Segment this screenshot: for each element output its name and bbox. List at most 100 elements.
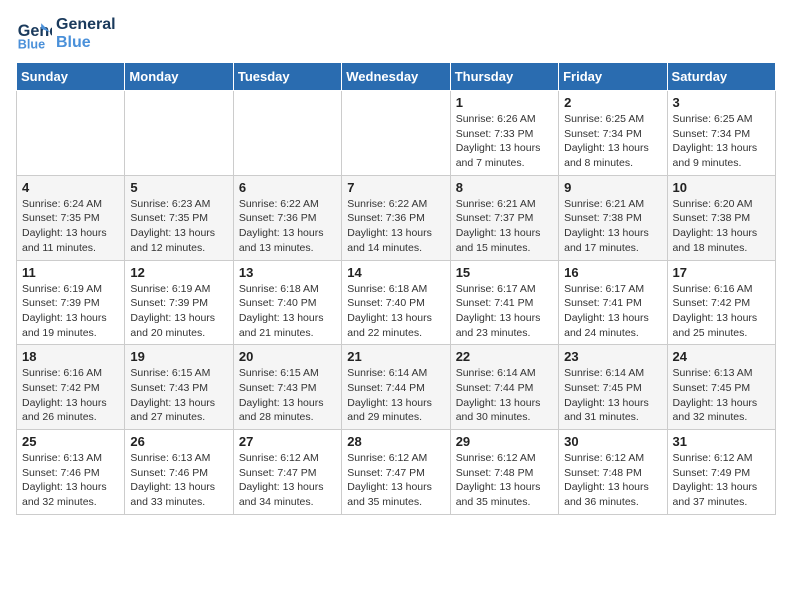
day-number: 27 (239, 434, 336, 449)
day-info: Sunrise: 6:23 AM Sunset: 7:35 PM Dayligh… (130, 197, 227, 256)
calendar-table: SundayMondayTuesdayWednesdayThursdayFrid… (16, 62, 776, 515)
day-of-week-header: Sunday (17, 63, 125, 91)
day-number: 17 (673, 265, 770, 280)
day-number: 5 (130, 180, 227, 195)
day-number: 21 (347, 349, 444, 364)
day-number: 29 (456, 434, 553, 449)
calendar-cell (17, 91, 125, 176)
calendar-cell: 30Sunrise: 6:12 AM Sunset: 7:48 PM Dayli… (559, 430, 667, 515)
day-info: Sunrise: 6:12 AM Sunset: 7:47 PM Dayligh… (239, 451, 336, 510)
calendar-cell (125, 91, 233, 176)
calendar-cell: 5 Sunrise: 6:23 AM Sunset: 7:35 PM Daylig… (125, 175, 233, 260)
calendar-cell: 11 Sunrise: 6:19 AM Sunset: 7:39 PM Dayli… (17, 260, 125, 345)
calendar-week-row: 1 Sunrise: 6:26 AM Sunset: 7:33 PM Daylig… (17, 91, 776, 176)
day-info: Sunrise: 6:22 AM Sunset: 7:36 PM Dayligh… (239, 197, 336, 256)
day-info: Sunrise: 6:17 AM Sunset: 7:41 PM Dayligh… (456, 282, 553, 341)
calendar-cell (342, 91, 450, 176)
day-of-week-header: Saturday (667, 63, 775, 91)
day-info: Sunrise: 6:25 AM Sunset: 7:34 PM Dayligh… (564, 112, 661, 171)
calendar-cell: 7 Sunrise: 6:22 AM Sunset: 7:36 PM Daylig… (342, 175, 450, 260)
day-number: 10 (673, 180, 770, 195)
calendar-cell: 24 Sunrise: 6:13 AM Sunset: 7:45 PM Dayli… (667, 345, 775, 430)
day-info: Sunrise: 6:14 AM Sunset: 7:45 PM Dayligh… (564, 366, 661, 425)
day-info: Sunrise: 6:12 AM Sunset: 7:47 PM Dayligh… (347, 451, 444, 510)
day-info: Sunrise: 6:21 AM Sunset: 7:38 PM Dayligh… (564, 197, 661, 256)
day-number: 14 (347, 265, 444, 280)
calendar-cell (233, 91, 341, 176)
day-info: Sunrise: 6:15 AM Sunset: 7:43 PM Dayligh… (239, 366, 336, 425)
day-info: Sunrise: 6:13 AM Sunset: 7:45 PM Dayligh… (673, 366, 770, 425)
day-number: 1 (456, 95, 553, 110)
logo: General Blue General Blue (16, 16, 116, 52)
calendar-cell: 6 Sunrise: 6:22 AM Sunset: 7:36 PM Daylig… (233, 175, 341, 260)
day-info: Sunrise: 6:13 AM Sunset: 7:46 PM Dayligh… (130, 451, 227, 510)
day-info: Sunrise: 6:14 AM Sunset: 7:44 PM Dayligh… (347, 366, 444, 425)
calendar-cell: 17Sunrise: 6:16 AM Sunset: 7:42 PM Dayli… (667, 260, 775, 345)
day-number: 24 (673, 349, 770, 364)
calendar-cell: 3 Sunrise: 6:25 AM Sunset: 7:34 PM Daylig… (667, 91, 775, 176)
day-info: Sunrise: 6:21 AM Sunset: 7:37 PM Dayligh… (456, 197, 553, 256)
day-info: Sunrise: 6:22 AM Sunset: 7:36 PM Dayligh… (347, 197, 444, 256)
day-of-week-header: Friday (559, 63, 667, 91)
day-info: Sunrise: 6:26 AM Sunset: 7:33 PM Dayligh… (456, 112, 553, 171)
day-info: Sunrise: 6:14 AM Sunset: 7:44 PM Dayligh… (456, 366, 553, 425)
day-info: Sunrise: 6:15 AM Sunset: 7:43 PM Dayligh… (130, 366, 227, 425)
day-info: Sunrise: 6:25 AM Sunset: 7:34 PM Dayligh… (673, 112, 770, 171)
calendar-cell: 15Sunrise: 6:17 AM Sunset: 7:41 PM Dayli… (450, 260, 558, 345)
calendar-cell: 10 Sunrise: 6:20 AM Sunset: 7:38 PM Dayli… (667, 175, 775, 260)
day-number: 2 (564, 95, 661, 110)
day-of-week-header: Thursday (450, 63, 558, 91)
calendar-header-row: SundayMondayTuesdayWednesdayThursdayFrid… (17, 63, 776, 91)
calendar-week-row: 4Sunrise: 6:24 AM Sunset: 7:35 PM Daylig… (17, 175, 776, 260)
day-info: Sunrise: 6:18 AM Sunset: 7:40 PM Dayligh… (239, 282, 336, 341)
day-number: 16 (564, 265, 661, 280)
calendar-cell: 2 Sunrise: 6:25 AM Sunset: 7:34 PM Daylig… (559, 91, 667, 176)
calendar-cell: 16 Sunrise: 6:17 AM Sunset: 7:41 PM Dayli… (559, 260, 667, 345)
calendar-cell: 20 Sunrise: 6:15 AM Sunset: 7:43 PM Dayli… (233, 345, 341, 430)
day-of-week-header: Monday (125, 63, 233, 91)
calendar-cell: 21 Sunrise: 6:14 AM Sunset: 7:44 PM Dayli… (342, 345, 450, 430)
day-number: 26 (130, 434, 227, 449)
day-number: 20 (239, 349, 336, 364)
logo-icon: General Blue (16, 16, 52, 52)
day-info: Sunrise: 6:12 AM Sunset: 7:48 PM Dayligh… (564, 451, 661, 510)
day-number: 13 (239, 265, 336, 280)
calendar-cell: 12Sunrise: 6:19 AM Sunset: 7:39 PM Dayli… (125, 260, 233, 345)
calendar-cell: 28 Sunrise: 6:12 AM Sunset: 7:47 PM Dayli… (342, 430, 450, 515)
day-number: 3 (673, 95, 770, 110)
day-number: 23 (564, 349, 661, 364)
day-number: 8 (456, 180, 553, 195)
calendar-cell: 25Sunrise: 6:13 AM Sunset: 7:46 PM Dayli… (17, 430, 125, 515)
day-number: 25 (22, 434, 119, 449)
day-number: 7 (347, 180, 444, 195)
day-number: 19 (130, 349, 227, 364)
day-info: Sunrise: 6:19 AM Sunset: 7:39 PM Dayligh… (22, 282, 119, 341)
header: General Blue General Blue (16, 16, 776, 52)
day-number: 11 (22, 265, 119, 280)
calendar-cell: 31Sunrise: 6:12 AM Sunset: 7:49 PM Dayli… (667, 430, 775, 515)
day-info: Sunrise: 6:20 AM Sunset: 7:38 PM Dayligh… (673, 197, 770, 256)
calendar-week-row: 18Sunrise: 6:16 AM Sunset: 7:42 PM Dayli… (17, 345, 776, 430)
calendar-cell: 18Sunrise: 6:16 AM Sunset: 7:42 PM Dayli… (17, 345, 125, 430)
day-number: 6 (239, 180, 336, 195)
day-number: 28 (347, 434, 444, 449)
calendar-cell: 8 Sunrise: 6:21 AM Sunset: 7:37 PM Daylig… (450, 175, 558, 260)
day-number: 12 (130, 265, 227, 280)
svg-text:Blue: Blue (18, 37, 45, 51)
calendar-cell: 1 Sunrise: 6:26 AM Sunset: 7:33 PM Daylig… (450, 91, 558, 176)
day-info: Sunrise: 6:18 AM Sunset: 7:40 PM Dayligh… (347, 282, 444, 341)
logo-text: General Blue (56, 16, 116, 51)
calendar-cell: 13 Sunrise: 6:18 AM Sunset: 7:40 PM Dayli… (233, 260, 341, 345)
calendar-cell: 14 Sunrise: 6:18 AM Sunset: 7:40 PM Dayli… (342, 260, 450, 345)
day-of-week-header: Tuesday (233, 63, 341, 91)
calendar-cell: 19 Sunrise: 6:15 AM Sunset: 7:43 PM Dayli… (125, 345, 233, 430)
calendar-cell: 9 Sunrise: 6:21 AM Sunset: 7:38 PM Daylig… (559, 175, 667, 260)
day-number: 18 (22, 349, 119, 364)
calendar-cell: 23 Sunrise: 6:14 AM Sunset: 7:45 PM Dayli… (559, 345, 667, 430)
calendar-week-row: 25 Sunrise: 6:13 AM Sunset: 7:46 PM Dayli… (17, 430, 776, 515)
calendar-cell: 4Sunrise: 6:24 AM Sunset: 7:35 PM Daylig… (17, 175, 125, 260)
day-number: 9 (564, 180, 661, 195)
calendar-cell: 22Sunrise: 6:14 AM Sunset: 7:44 PM Dayli… (450, 345, 558, 430)
day-info: Sunrise: 6:17 AM Sunset: 7:41 PM Dayligh… (564, 282, 661, 341)
calendar-cell: 29Sunrise: 6:12 AM Sunset: 7:48 PM Dayli… (450, 430, 558, 515)
